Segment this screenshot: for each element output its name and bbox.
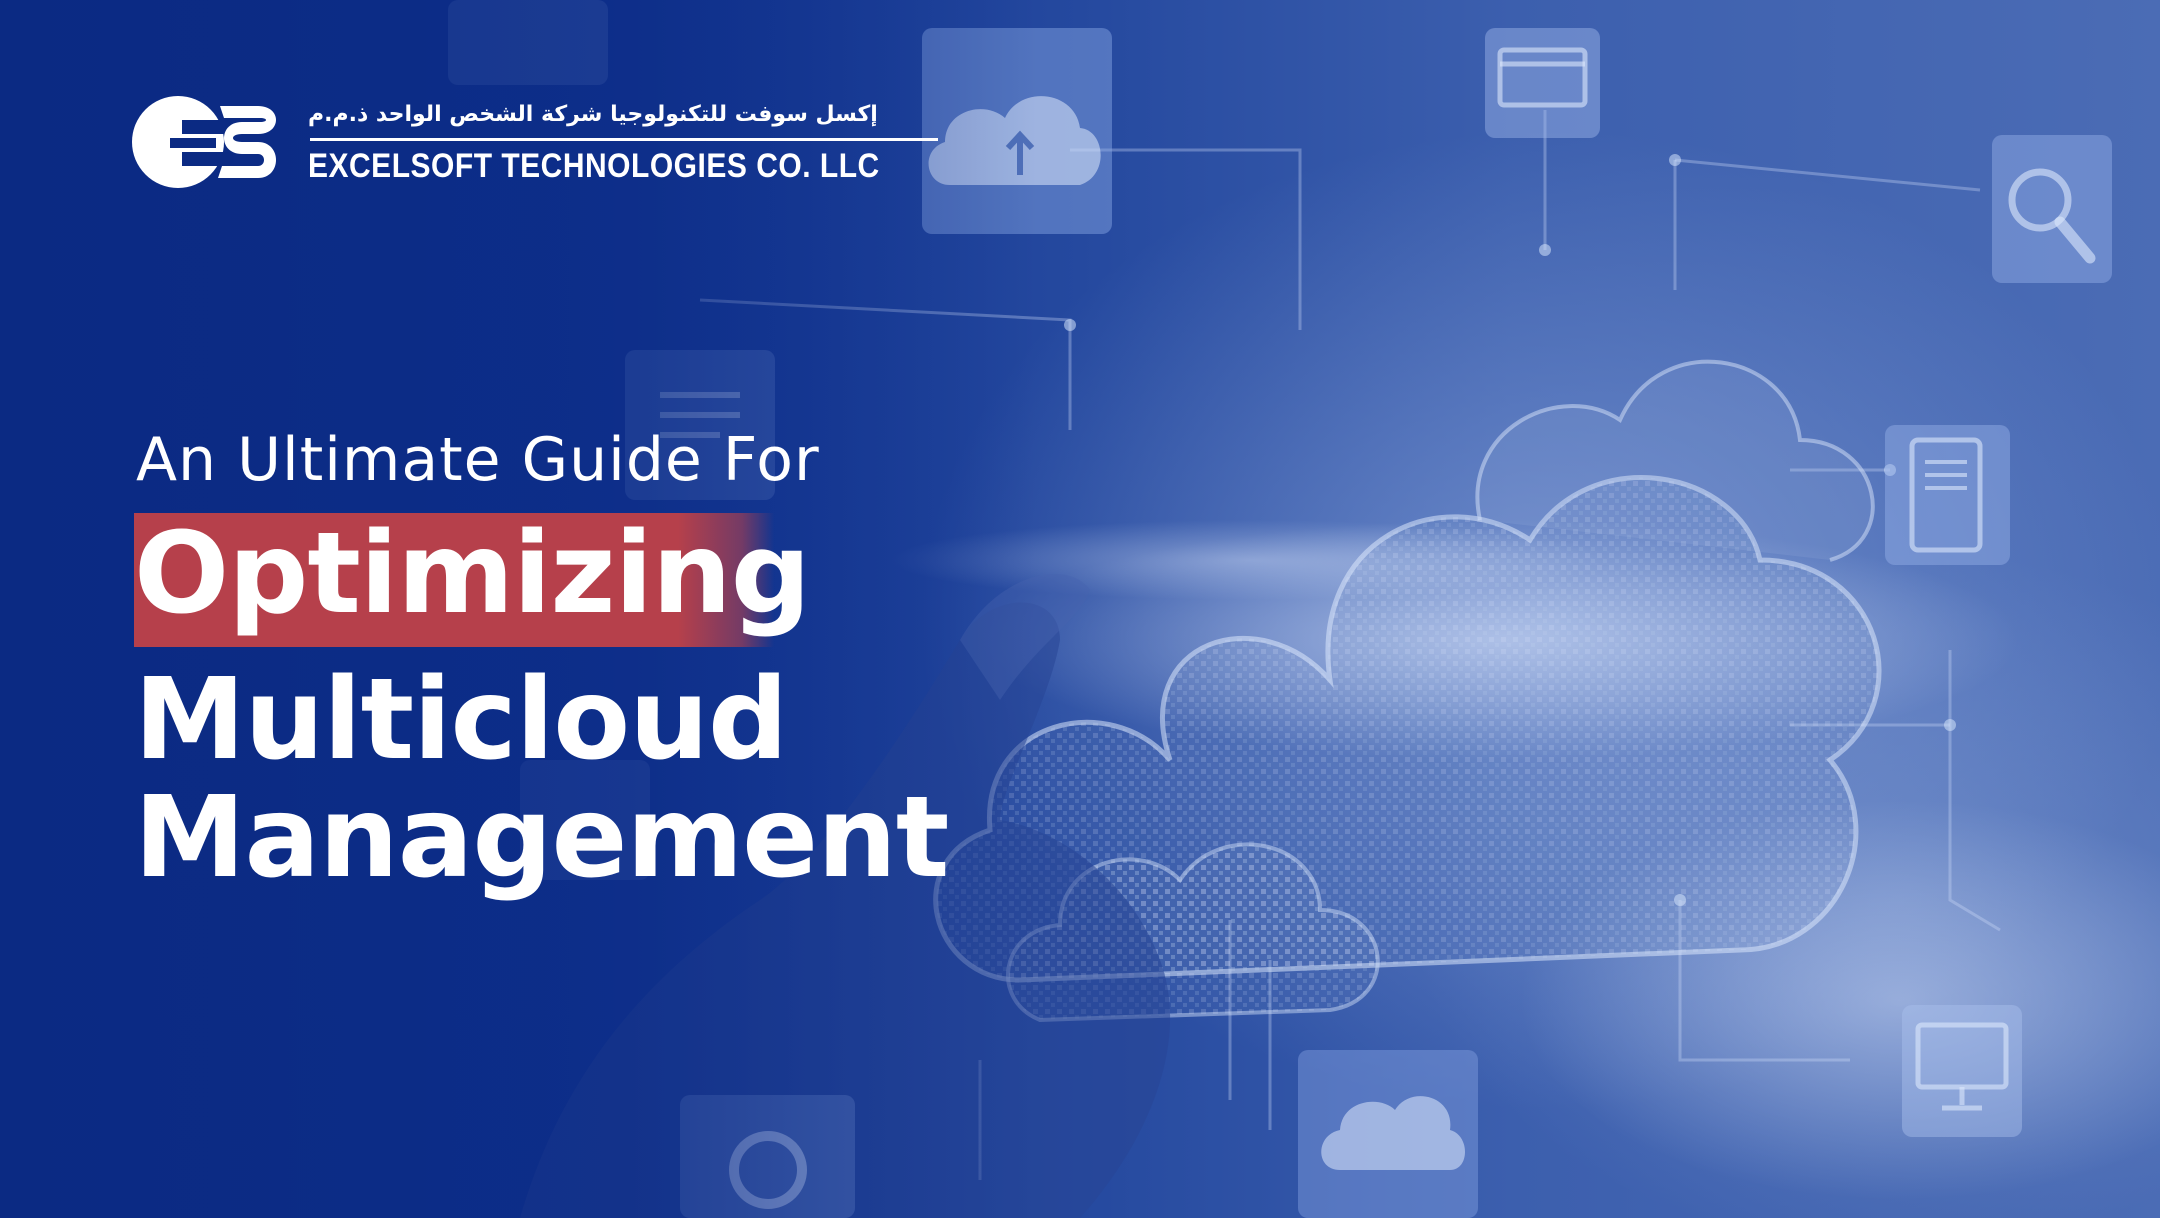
headline-highlighted-word: Optimizing xyxy=(134,509,811,639)
headline-line-3: Management xyxy=(134,773,949,903)
company-name-english: EXCELSOFT TECHNOLOGIES CO. LLC xyxy=(308,147,880,185)
headline-line-2: Multicloud xyxy=(134,655,788,785)
logo-divider xyxy=(310,138,938,141)
company-name-arabic: إكسل سوفت للتكنولوجيا شركة الشخص الواحد … xyxy=(308,102,878,127)
headline-subtitle: An Ultimate Guide For xyxy=(136,425,820,495)
company-logo[interactable]: إكسل سوفت للتكنولوجيا شركة الشخص الواحد … xyxy=(130,94,938,194)
es-logo-icon xyxy=(132,96,276,188)
banner: إكسل سوفت للتكنولوجيا شركة الشخص الواحد … xyxy=(0,0,2160,1218)
